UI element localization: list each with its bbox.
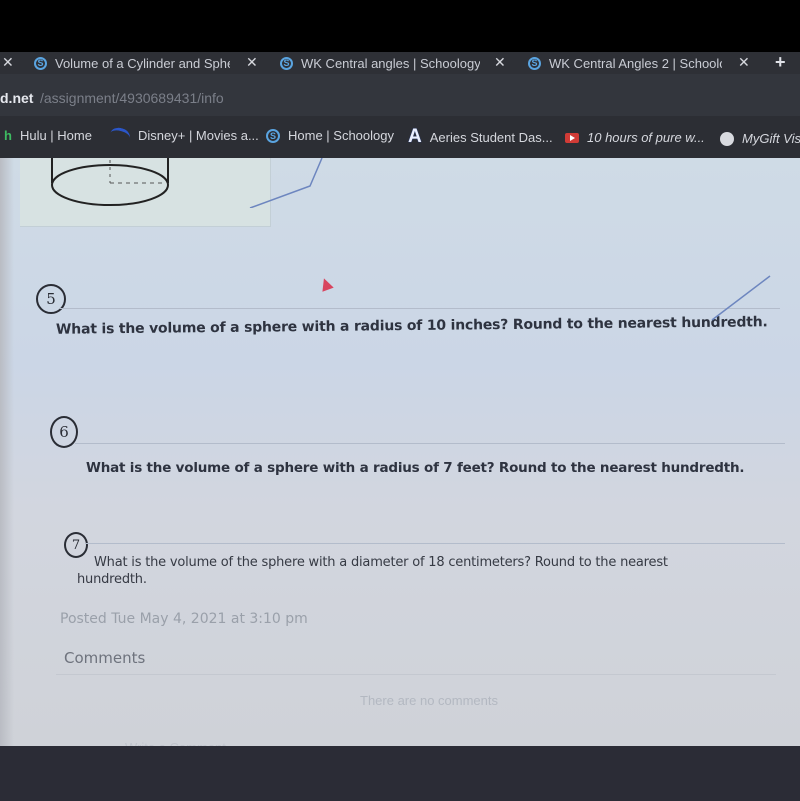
address-bar[interactable]: d.net /assignment/4930689431/info (0, 74, 800, 116)
pen-mark (711, 275, 771, 321)
bookmark-aeries[interactable]: A Aeries Student Das... (408, 126, 553, 148)
divider (56, 674, 776, 675)
bookmark-label: Hulu | Home (19, 128, 92, 143)
assignment-page: 5 What is the volume of a sphere with a … (0, 158, 800, 746)
schoology-icon: S (266, 128, 280, 143)
no-comments-text: There are no comments (360, 693, 499, 708)
close-tab-icon[interactable]: ✕ (738, 54, 750, 71)
disney-icon (108, 125, 132, 146)
bookmark-label: Disney+ | Movies a... (138, 128, 259, 143)
monitor-bezel (0, 746, 800, 801)
bookmark-youtube-video[interactable]: 10 hours of pure w... (565, 130, 705, 145)
bookmark-label: 10 hours of pure w... (587, 130, 705, 145)
divider (60, 308, 780, 309)
tab-volume-cylinder-sphere[interactable]: S Volume of a Cylinder and Sphe (34, 54, 230, 72)
bookmarks-bar: h Hulu | Home Disney+ | Movies a... S Ho… (0, 116, 800, 158)
bookmark-schoology-home[interactable]: S Home | Schoology (266, 128, 394, 143)
close-tab-icon[interactable]: ✕ (494, 54, 506, 71)
question-7-text: What is the volume of the sphere with a … (94, 555, 668, 570)
posted-timestamp: Posted Tue May 4, 2021 at 3:10 pm (60, 611, 308, 627)
mygift-icon (720, 131, 734, 146)
schoology-icon: S (280, 56, 293, 70)
close-tab-icon[interactable]: ✕ (2, 54, 14, 71)
mouse-cursor-icon (318, 276, 334, 292)
tab-wk-central-angles-2[interactable]: S WK Central Angles 2 | Schoolo (528, 54, 722, 72)
comments-heading: Comments (64, 649, 146, 667)
close-tab-icon[interactable]: ✕ (246, 54, 258, 71)
divider (85, 543, 785, 544)
tab-title: WK Central angles | Schoology (301, 55, 480, 71)
question-5-text: What is the volume of a sphere with a ra… (55, 314, 768, 338)
cylinder-diagram-icon (51, 158, 169, 206)
screen-edge-shadow (0, 158, 14, 746)
question-6-text: What is the volume of a sphere with a ra… (86, 460, 745, 476)
youtube-icon (565, 132, 579, 143)
bookmark-label: Aeries Student Das... (429, 129, 553, 145)
url-path: /assignment/4930689431/info (40, 90, 224, 106)
question-7-text-continued: hundredth. (77, 572, 147, 587)
url-host: d.net (0, 90, 34, 106)
aeries-icon: A (408, 126, 422, 147)
photo-top-black-area (0, 0, 800, 52)
tab-wk-central-angles[interactable]: S WK Central angles | Schoology (280, 54, 480, 72)
pen-mark (249, 158, 323, 208)
bookmark-mygift-visa[interactable]: MyGift Visa (720, 131, 800, 146)
new-tab-button[interactable]: + (775, 52, 786, 73)
tab-title: Volume of a Cylinder and Sphe (55, 55, 230, 71)
divider (75, 443, 785, 444)
hulu-icon: h (4, 128, 12, 143)
bookmark-hulu[interactable]: h Hulu | Home (4, 128, 92, 143)
schoology-icon: S (34, 56, 47, 70)
bookmark-disney[interactable]: Disney+ | Movies a... (108, 125, 259, 146)
tab-title: WK Central Angles 2 | Schoolo (549, 55, 722, 71)
question-number-7: 7 (64, 532, 88, 558)
bookmark-label: Home | Schoology (288, 128, 394, 143)
question-number-5: 5 (36, 284, 66, 314)
browser-tab-strip: ✕ S Volume of a Cylinder and Sphe ✕ S WK… (0, 52, 800, 74)
cylinder-figure (20, 158, 271, 227)
bookmark-label: MyGift Visa (742, 131, 800, 146)
schoology-icon: S (528, 56, 541, 70)
question-number-6: 6 (50, 416, 78, 448)
